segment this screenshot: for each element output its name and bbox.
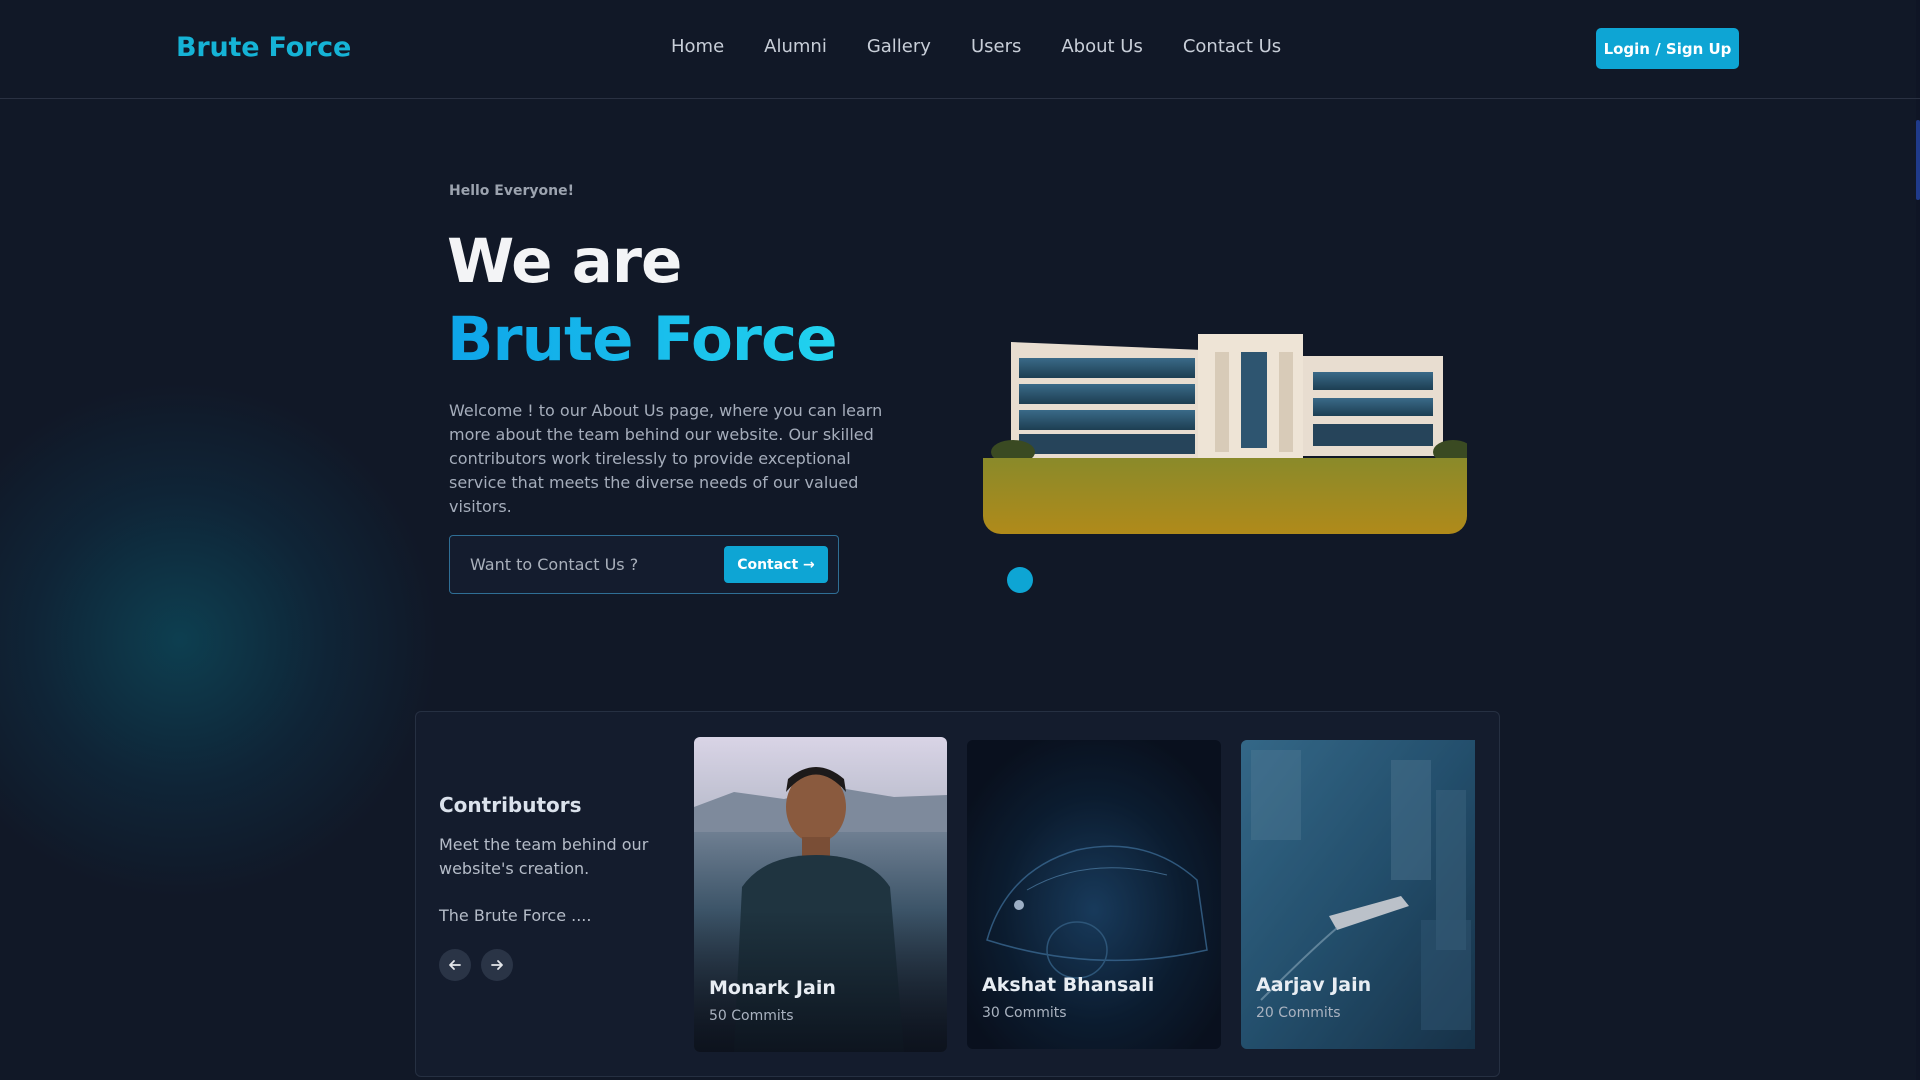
page-scrollbar[interactable] — [1916, 0, 1920, 1080]
decorative-dot — [1007, 567, 1033, 593]
arrow-left-icon — [449, 960, 461, 970]
contributor-name: Akshat Bhansali — [982, 974, 1155, 996]
hero-title-line2: Brute Force — [447, 304, 837, 375]
contributors-tagline: The Brute Force .... — [439, 906, 592, 925]
contributor-card[interactable]: Akshat Bhansali 30 Commits — [967, 740, 1221, 1049]
contributors-description: Meet the team behind our website's creat… — [439, 835, 649, 878]
background-glow — [0, 380, 440, 900]
hero-title-line1: We are — [447, 226, 682, 297]
hero-intro-text: Welcome ! to our About Us page, where yo… — [449, 401, 883, 516]
contributor-name: Monark Jain — [709, 977, 836, 999]
nav-item-users[interactable]: Users — [971, 36, 1021, 57]
contributor-commits: 20 Commits — [1256, 1005, 1341, 1021]
brand-logo[interactable]: Brute Force — [176, 32, 351, 63]
hero-greeting: Hello Everyone! — [449, 183, 574, 199]
scrollbar-thumb[interactable] — [1916, 120, 1920, 200]
arrow-right-icon — [491, 960, 503, 970]
contributor-photo — [967, 740, 1221, 1049]
site-header: Brute Force Home Alumni Gallery Users Ab… — [0, 0, 1920, 99]
nav-item-alumni[interactable]: Alumni — [764, 36, 827, 57]
main-nav: Home Alumni Gallery Users About Us Conta… — [671, 36, 1281, 57]
nav-item-about-us[interactable]: About Us — [1061, 36, 1143, 57]
carousel-prev-button[interactable] — [439, 949, 471, 981]
carousel-next-button[interactable] — [481, 949, 513, 981]
contributor-commits: 50 Commits — [709, 1008, 794, 1024]
contributor-card[interactable]: Aarjav Jain 20 Commits — [1241, 740, 1475, 1049]
contact-button[interactable]: Contact → — [724, 546, 828, 583]
nav-item-contact-us[interactable]: Contact Us — [1183, 36, 1281, 57]
login-signup-button[interactable]: Login / Sign Up — [1596, 28, 1739, 69]
nav-item-home[interactable]: Home — [671, 36, 724, 57]
contributors-title: Contributors — [439, 793, 582, 817]
contributor-name: Aarjav Jain — [1256, 974, 1372, 996]
contributor-commits: 30 Commits — [982, 1005, 1067, 1021]
nav-item-gallery[interactable]: Gallery — [867, 36, 931, 57]
contact-input[interactable] — [450, 536, 720, 593]
contributor-card[interactable]: Monark Jain 50 Commits — [694, 737, 947, 1052]
contributor-photo — [1241, 740, 1475, 1049]
contributor-photo — [694, 737, 947, 1052]
campus-building-image — [983, 312, 1467, 534]
contact-form: Contact → — [449, 535, 839, 594]
